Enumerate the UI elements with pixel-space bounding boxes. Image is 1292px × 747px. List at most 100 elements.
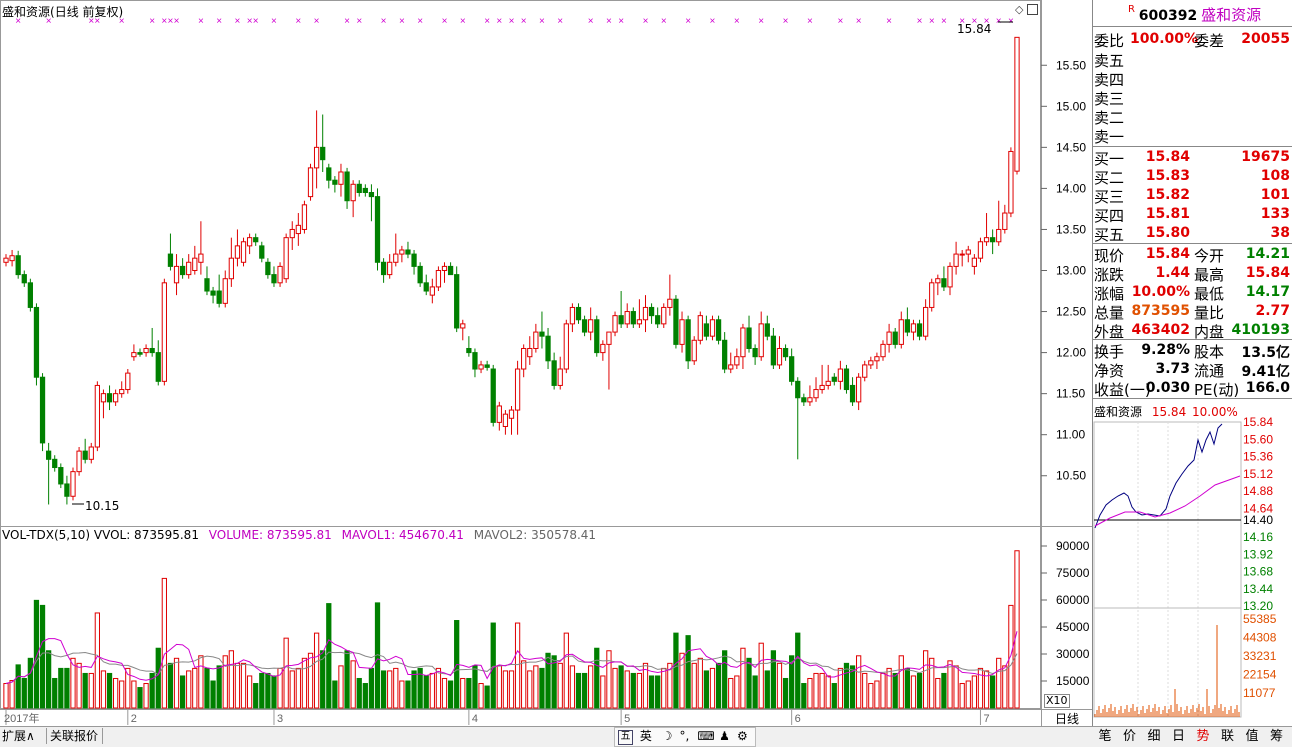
- volume-bar: [563, 632, 569, 709]
- fund-label: 流通: [1194, 362, 1225, 380]
- candle-body: [703, 323, 710, 337]
- candle-body: [709, 319, 716, 337]
- price-tick-label: 13.00: [1056, 264, 1086, 278]
- ime-settings-icon[interactable]: ⚙: [737, 728, 751, 745]
- candle-body: [551, 360, 557, 386]
- volume-bar: [983, 670, 990, 709]
- candle-body: [916, 323, 923, 337]
- candle-body: [606, 331, 612, 345]
- candle-body: [82, 450, 88, 460]
- ime-logo-icon[interactable]: 五: [618, 730, 633, 745]
- right-tab-3[interactable]: 日: [1168, 728, 1190, 745]
- r-badge: R: [1128, 4, 1135, 15]
- volume-bar: [648, 675, 655, 709]
- volume-bar: [569, 665, 576, 709]
- volume-bar: [782, 677, 789, 709]
- volume-bar: [27, 657, 33, 709]
- candle-body: [52, 458, 58, 469]
- ime-moon-icon[interactable]: ☽: [662, 728, 676, 745]
- price-tick-label: 12.50: [1056, 305, 1086, 319]
- volume-bar: [368, 667, 375, 709]
- volume-bar: [764, 670, 770, 709]
- candle-body: [88, 446, 94, 460]
- volume-bar: [350, 660, 356, 709]
- right-tab-7[interactable]: 筹: [1266, 728, 1288, 745]
- candle-body: [429, 286, 435, 296]
- candle-body: [813, 389, 819, 399]
- marker-x: ×: [618, 16, 624, 27]
- candle-body: [423, 282, 429, 292]
- volume-bar: [271, 675, 277, 709]
- bid-label: 买五: [1094, 226, 1125, 244]
- bid-price: 15.82: [1145, 187, 1190, 203]
- candle-body: [557, 368, 563, 386]
- candle-body: [350, 183, 356, 202]
- volume-bar: [758, 642, 764, 709]
- candle-body: [789, 356, 795, 382]
- candle-body: [1002, 212, 1008, 230]
- volume-bar: [661, 667, 667, 709]
- ime-lang-toggle[interactable]: 英: [640, 728, 658, 745]
- marker-x: ×: [174, 16, 180, 27]
- right-tab-4[interactable]: 势: [1192, 728, 1214, 745]
- bid-volume: 133: [1260, 206, 1290, 222]
- diamond-icon[interactable]: ◇: [1015, 3, 1023, 16]
- stat-label: 今开: [1194, 247, 1225, 265]
- candle-body: [722, 339, 728, 370]
- month-label: 5: [624, 713, 630, 725]
- volume-bar: [935, 677, 941, 709]
- candle-body: [344, 171, 350, 202]
- tab-related-quote[interactable]: 关联报价: [50, 728, 103, 744]
- candle-body: [283, 237, 289, 280]
- right-tab-5[interactable]: 联: [1217, 728, 1239, 745]
- candle-body: [734, 356, 740, 366]
- quote-label: 委比: [1094, 32, 1125, 50]
- ime-keyboard-icon[interactable]: ⌨: [697, 728, 715, 745]
- volume-bar: [161, 577, 167, 709]
- candle-body: [240, 241, 247, 263]
- month-label: 4: [472, 713, 478, 725]
- volume-bar: [192, 667, 198, 709]
- quote-label: 委差: [1194, 32, 1225, 50]
- volume-bar: [344, 650, 350, 709]
- right-tab-1[interactable]: 价: [1119, 728, 1141, 745]
- volume-bar: [338, 665, 344, 709]
- candle-body: [758, 323, 764, 358]
- ime-punct-icon[interactable]: °,: [679, 728, 693, 745]
- right-tab-2[interactable]: 细: [1143, 728, 1165, 745]
- candle-body: [441, 265, 448, 272]
- stat-label: 量比: [1194, 304, 1225, 322]
- candle-body: [167, 253, 174, 267]
- candle-body: [472, 352, 478, 370]
- mavol1-label: MAVOL1: 454670.41: [341, 528, 464, 542]
- restore-window-icon[interactable]: [1027, 4, 1038, 15]
- volume-bar: [679, 652, 685, 709]
- candle-body: [514, 368, 521, 411]
- right-tab-6[interactable]: 值: [1241, 728, 1263, 745]
- candle-body: [332, 179, 338, 185]
- period-tab[interactable]: 日线: [1045, 711, 1089, 727]
- volume-bar: [1002, 665, 1008, 709]
- marker-x: ×: [606, 16, 612, 27]
- candle-body: [648, 306, 655, 317]
- marker-x: ×: [856, 16, 862, 27]
- quote-divider: [1092, 26, 1292, 27]
- candle-body: [301, 204, 308, 230]
- ime-user-icon[interactable]: ♟: [719, 728, 733, 745]
- candle-body: [490, 368, 496, 423]
- candle-body: [667, 298, 673, 308]
- volume-header: VOL-TDX(5,10) VVOL: 873595.81 VOLUME: 87…: [2, 528, 596, 542]
- marker-x: ×: [356, 16, 362, 27]
- candle-body: [271, 274, 277, 284]
- tab-extend[interactable]: 扩展∧: [2, 728, 47, 744]
- candle-body: [831, 376, 837, 382]
- ask-label: 卖三: [1094, 90, 1125, 108]
- marker-x: ×: [521, 16, 527, 27]
- candle-body: [155, 352, 161, 382]
- marker-x: ×: [314, 16, 320, 27]
- right-tab-0[interactable]: 笔: [1094, 728, 1116, 745]
- candle-body: [953, 253, 959, 267]
- volume-bar: [106, 672, 113, 709]
- volume-bar: [581, 672, 588, 709]
- candle-body: [149, 347, 155, 354]
